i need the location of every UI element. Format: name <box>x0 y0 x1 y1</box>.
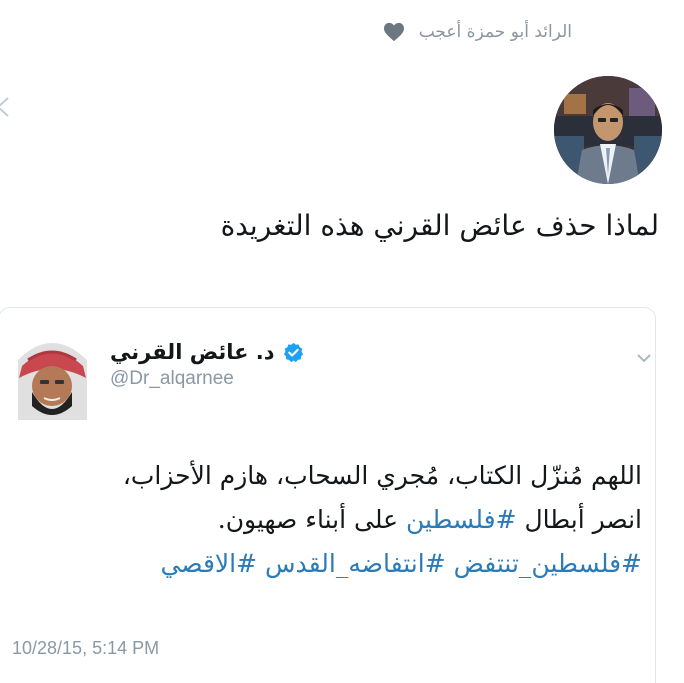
quoted-author-name[interactable]: د. عائض القرني <box>110 340 275 364</box>
quoted-tweet-body: اللهم مُنزّل الكتاب، مُجري السحاب، هازم … <box>6 454 642 586</box>
heart-icon <box>383 22 404 42</box>
quoted-author-handle[interactable]: @Dr_alqarnee <box>110 368 370 390</box>
tweet-text: لماذا حذف عائض القرني هذه التغريدة <box>220 209 659 242</box>
social-context[interactable]: الرائد أبو حمزة أعجب <box>383 22 572 42</box>
quoted-body-line3: #فلسطين_تنتفض #انتفاضه_القدس #الاقصي <box>6 542 642 586</box>
user-avatar-image <box>554 76 662 184</box>
liked-by-text: الرائد أبو حمزة أعجب <box>418 22 572 42</box>
user-avatar-image <box>10 330 95 420</box>
quoted-tweet-header[interactable]: د. عائض القرني @Dr_alqarnee <box>110 340 370 390</box>
hashtag-link[interactable]: #فلسطين_تنتفض <box>454 549 642 578</box>
chevron-left-icon[interactable] <box>0 96 12 118</box>
quoted-body-line2: انصر أبطال #فلسطين على أبناء صهيون. <box>6 498 642 542</box>
hashtag-link[interactable]: #الاقصي <box>160 549 257 578</box>
chevron-down-icon[interactable] <box>636 352 652 364</box>
quoted-author-avatar[interactable] <box>10 330 95 420</box>
quoted-body-text: انصر أبطال <box>516 505 642 534</box>
hashtag-link[interactable]: #فلسطين <box>406 505 517 534</box>
quoted-name-row: د. عائض القرني <box>110 340 370 364</box>
author-avatar[interactable] <box>554 76 662 184</box>
tweet-screen: الرائد أبو حمزة أعجب لماذا حذف عائض القر… <box>0 0 684 683</box>
hashtag-link[interactable]: #انتفاضه_القدس <box>265 549 446 578</box>
quoted-tweet-timestamp[interactable]: 10/28/15, 5:14 PM <box>12 638 159 659</box>
quoted-body-text: على أبناء صهيون. <box>217 505 406 534</box>
verified-badge-icon <box>283 342 303 362</box>
quoted-body-line1: اللهم مُنزّل الكتاب، مُجري السحاب، هازم … <box>122 461 642 490</box>
